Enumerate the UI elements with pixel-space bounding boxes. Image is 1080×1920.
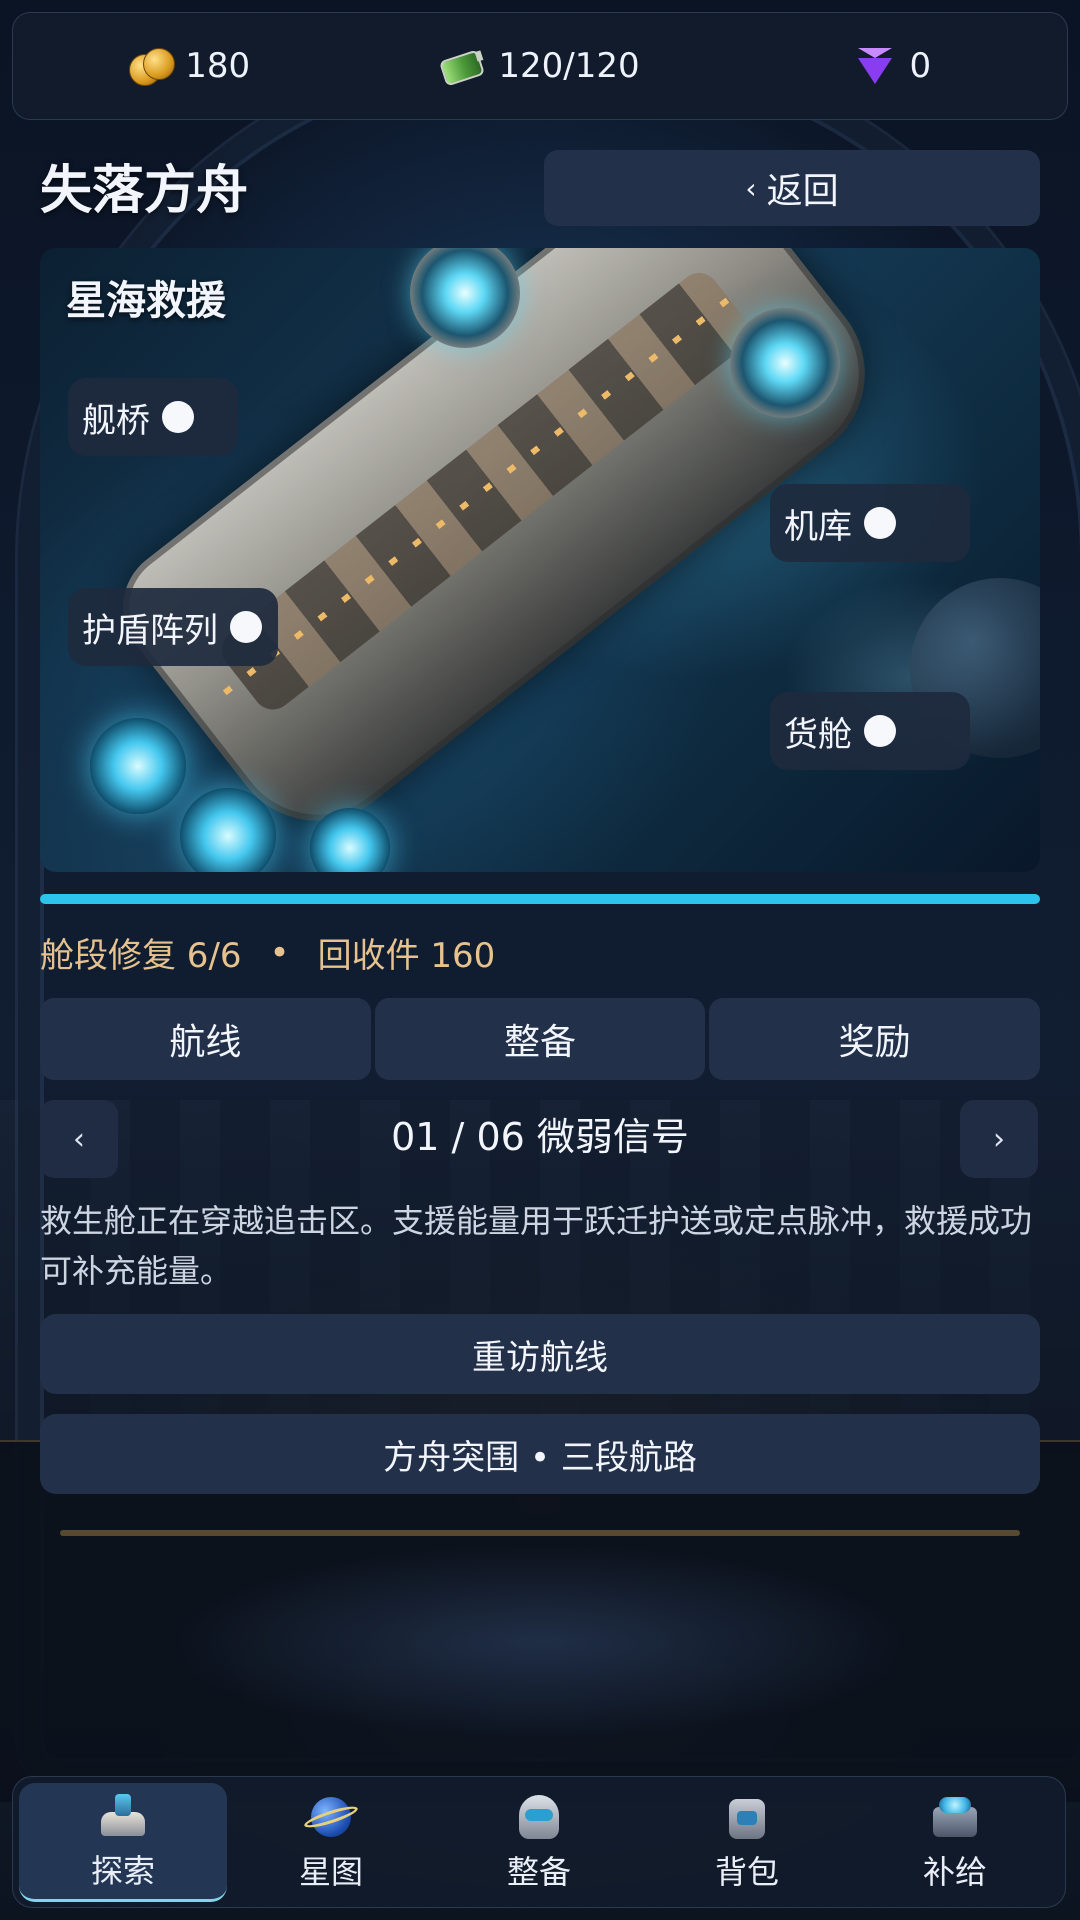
nav-star-map[interactable]: 星图 bbox=[227, 1784, 435, 1900]
resource-bar: 180 120/120 0 bbox=[12, 12, 1068, 120]
section-label: 护盾阵列 bbox=[82, 610, 218, 651]
nav-label: 补给 bbox=[922, 1853, 987, 1891]
engine-glow-left bbox=[90, 718, 186, 814]
nav-outfit[interactable]: 整备 bbox=[435, 1784, 643, 1900]
prev-level-button[interactable]: ‹ bbox=[40, 1100, 118, 1178]
tab-routes[interactable]: 航线 bbox=[40, 998, 371, 1080]
panel-title: 星海救援 bbox=[66, 278, 226, 324]
status-dot-icon bbox=[864, 715, 896, 747]
tab-outfit[interactable]: 整备 bbox=[374, 998, 706, 1080]
repair-progress-fill bbox=[40, 894, 1040, 904]
energy-value: 120/120 bbox=[498, 46, 640, 86]
repair-status: 舱段修复 6/6 bbox=[40, 936, 242, 976]
nav-label: 探索 bbox=[90, 1851, 155, 1890]
next-level-button[interactable]: › bbox=[960, 1100, 1038, 1178]
nav-label: 背包 bbox=[714, 1853, 779, 1891]
coin-value: 180 bbox=[185, 46, 251, 86]
supply-chest-icon bbox=[927, 1791, 983, 1843]
status-dot-icon bbox=[230, 611, 262, 643]
chevron-right-icon: › bbox=[993, 1121, 1005, 1157]
revisit-route-button[interactable]: 重访航线 bbox=[40, 1314, 1040, 1394]
nav-label: 星图 bbox=[298, 1853, 363, 1891]
floor-light-rail bbox=[60, 1530, 1020, 1536]
base-icon bbox=[95, 1790, 151, 1842]
chevron-left-icon: ‹ bbox=[73, 1121, 85, 1157]
engine-glow-right bbox=[310, 808, 390, 872]
nav-label: 整备 bbox=[506, 1853, 571, 1891]
separator-dot: • bbox=[269, 932, 290, 973]
section-label: 机库 bbox=[784, 506, 852, 547]
tab-bar: 航线 整备 奖励 bbox=[40, 998, 1041, 1080]
status-line: 舱段修复 6/6 • 回收件 160 bbox=[40, 928, 495, 977]
planet-icon bbox=[303, 1791, 359, 1843]
ark-breakout-button[interactable]: 方舟突围 • 三段航路 bbox=[40, 1414, 1040, 1494]
backpack-icon bbox=[719, 1791, 775, 1843]
gem-counter: 0 bbox=[716, 46, 1067, 86]
chevron-left-icon: ‹ bbox=[745, 171, 757, 205]
battery-icon bbox=[440, 46, 486, 86]
gem-value: 0 bbox=[909, 46, 932, 86]
section-bridge[interactable]: 舰桥 bbox=[68, 378, 238, 456]
energy-counter: 120/120 bbox=[364, 46, 715, 86]
section-label: 舰桥 bbox=[82, 400, 150, 441]
nav-backpack[interactable]: 背包 bbox=[643, 1784, 851, 1900]
section-cargo[interactable]: 货舱 bbox=[770, 692, 970, 770]
helmet-icon bbox=[511, 1791, 567, 1843]
back-label: 返回 bbox=[766, 171, 839, 212]
reactor-ring-right bbox=[730, 308, 840, 418]
salvage-count: 回收件 160 bbox=[317, 936, 496, 976]
section-hangar[interactable]: 机库 bbox=[770, 484, 970, 562]
bottom-navigation: 探索 星图 整备 背包 补给 bbox=[12, 1776, 1066, 1908]
tab-rewards[interactable]: 奖励 bbox=[709, 998, 1041, 1080]
ship-map-panel: 星海救援 舰桥 机库 护盾阵列 货舱 bbox=[40, 248, 1040, 872]
level-title: 01 / 06 微弱信号 bbox=[391, 1115, 689, 1159]
status-dot-icon bbox=[162, 401, 194, 433]
status-dot-icon bbox=[864, 507, 896, 539]
coin-icon bbox=[127, 46, 176, 86]
nav-supply[interactable]: 补给 bbox=[851, 1784, 1059, 1900]
nav-explore[interactable]: 探索 bbox=[19, 1782, 227, 1902]
section-shield-array[interactable]: 护盾阵列 bbox=[68, 588, 278, 666]
hangar-floor-background bbox=[0, 1440, 1080, 1802]
page-title: 失落方舟 bbox=[40, 161, 249, 221]
section-label: 货舱 bbox=[784, 714, 852, 755]
back-button[interactable]: ‹ 返回 bbox=[544, 150, 1040, 226]
repair-progress-bar bbox=[40, 894, 1040, 904]
gem-icon bbox=[852, 46, 898, 86]
coin-counter: 180 bbox=[13, 46, 364, 86]
level-description: 救生舱正在穿越追击区。支援能量用于跃迁护送或定点脉冲，救援成功可补充能量。 bbox=[40, 1202, 1033, 1290]
